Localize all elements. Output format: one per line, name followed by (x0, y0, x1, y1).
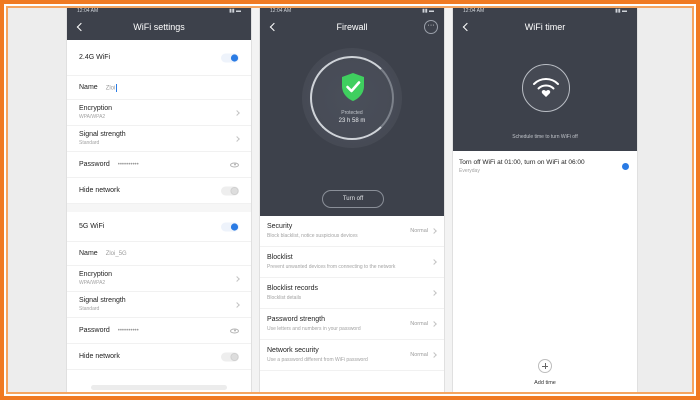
wifi-24-encryption-row[interactable]: Encryption WPA/WPA2 (67, 100, 251, 126)
chevron-right-icon (234, 135, 240, 142)
wifi-circle (522, 64, 570, 112)
name-label: Name (79, 250, 98, 257)
item-title: Security (267, 223, 293, 230)
chevron-right-icon (234, 301, 240, 308)
name-label: Name (79, 84, 98, 91)
wifi-5-encryption-row[interactable]: Encryption WPA/WPA2 (67, 266, 251, 292)
list-item-security[interactable]: Security Block blacklist, notice suspici… (260, 216, 444, 247)
schedule-enabled-indicator[interactable] (622, 163, 629, 170)
wifi-24-password-row[interactable]: Password •••••••••• (67, 152, 251, 178)
hide-network-label: Hide network (79, 353, 120, 360)
item-description: Prevent unwanted devices from connecting… (267, 264, 396, 270)
item-title: Network security (267, 347, 319, 354)
wifi-5-password-row[interactable]: Password •••••••••• (67, 318, 251, 344)
signal-label: Signal strength (79, 297, 126, 304)
password-label: Password (79, 327, 110, 334)
more-icon[interactable]: ··· (424, 20, 438, 34)
item-status: Normal (410, 321, 428, 327)
wifi-5-hide-row[interactable]: Hide network (67, 344, 251, 370)
schedule-repeat: Everyday (459, 168, 480, 174)
turn-off-button[interactable]: Turn off (322, 190, 384, 208)
timer-hint: Schedule time to turn WiFi off (512, 134, 578, 140)
item-description: Use letters and numbers in your password (267, 326, 361, 332)
firewall-settings-list: Security Block blacklist, notice suspici… (260, 216, 444, 371)
page-title: WiFi settings (133, 22, 185, 32)
encryption-value: WPA/WPA2 (79, 280, 106, 286)
wifi-24-toggle[interactable] (221, 53, 239, 62)
list-item-password-strength[interactable]: Password strength Use letters and number… (260, 309, 444, 340)
list-item-blocklist-records[interactable]: Blocklist records Blocklist details (260, 278, 444, 309)
nav-bar: Firewall ··· (260, 14, 444, 40)
wifi-5-toggle[interactable] (221, 222, 239, 231)
chevron-right-icon (431, 321, 437, 327)
wifi-5-toggle-row[interactable]: 5G WiFi (67, 212, 251, 242)
add-time-area: Add time (453, 359, 637, 386)
item-status: Normal (410, 228, 428, 234)
chevron-right-icon (234, 275, 240, 282)
item-title: Blocklist records (267, 285, 318, 292)
back-icon[interactable] (461, 21, 473, 33)
signal-label: Signal strength (79, 131, 126, 138)
right-ghost-panel (632, 0, 692, 400)
item-title: Blocklist (267, 254, 293, 261)
eye-icon[interactable] (230, 162, 239, 167)
wifi-5-password-input[interactable]: •••••••••• (118, 328, 139, 334)
section-gap (67, 204, 251, 212)
wifi-24-password-input[interactable]: •••••••••• (118, 162, 139, 168)
wifi-heart-icon (533, 78, 559, 97)
wifi-24-name-row[interactable]: Name Zloi (67, 76, 251, 100)
list-item-network-security[interactable]: Network security Use a password differen… (260, 340, 444, 371)
password-label: Password (79, 161, 110, 168)
list-item-blocklist[interactable]: Blocklist Prevent unwanted devices from … (260, 247, 444, 278)
add-icon[interactable] (538, 359, 552, 373)
item-description: Block blacklist, notice suspicious devic… (267, 233, 358, 239)
encryption-value: WPA/WPA2 (79, 114, 106, 120)
item-description: Use a password different from WiFi passw… (267, 357, 368, 363)
eye-icon[interactable] (230, 328, 239, 333)
add-time-label: Add time (534, 380, 556, 386)
wifi-timer-screen: 12:04 AM ▮▮ ▬ WiFi timer Schedule time t… (452, 8, 638, 394)
encryption-label: Encryption (79, 271, 113, 278)
chevron-right-icon (431, 290, 437, 296)
nav-bar: WiFi settings (67, 14, 251, 40)
signal-value: Standard (79, 306, 100, 312)
signal-value: Standard (79, 140, 100, 146)
back-icon[interactable] (75, 21, 87, 33)
schedule-row[interactable]: Torn off WiFi at 01:00, turn on WiFi at … (453, 151, 637, 177)
wifi-24-toggle-row[interactable]: 2.4G WiFi (67, 40, 251, 76)
wifi-5-hide-toggle[interactable] (221, 352, 239, 361)
wifi-5-header: 5G WiFi (79, 223, 105, 230)
back-icon[interactable] (268, 21, 280, 33)
schedule-title: Torn off WiFi at 01:00, turn on WiFi at … (459, 159, 585, 166)
wifi-5-name-row[interactable]: Name Zloi_5G (67, 242, 251, 266)
chevron-right-icon (431, 259, 437, 265)
firewall-screen: 12:04 AM ▮▮ ▬ Firewall ··· Protected 23 … (259, 8, 445, 394)
wifi-24-hide-row[interactable]: Hide network (67, 178, 251, 204)
wifi-5-name-input[interactable]: Zloi_5G (106, 251, 127, 257)
wifi-24-hide-toggle[interactable] (221, 186, 239, 195)
item-title: Password strength (267, 316, 325, 323)
wifi-5-signal-row[interactable]: Signal strength Standard (67, 292, 251, 318)
nav-bar: WiFi timer (453, 14, 637, 40)
hide-network-label: Hide network (79, 187, 120, 194)
bottom-button-edge (91, 385, 227, 390)
timer-hero: Schedule time to turn WiFi off (453, 40, 637, 151)
item-description: Blocklist details (267, 295, 302, 301)
shield-check-icon (342, 73, 364, 101)
protection-status: Protected (341, 110, 363, 116)
chevron-right-icon (234, 109, 240, 116)
left-ghost-panel (8, 0, 68, 400)
wifi-24-name-input[interactable]: Zloi (106, 83, 118, 92)
encryption-label: Encryption (79, 105, 113, 112)
firewall-hero: Protected 23 h 58 m Turn off (260, 40, 444, 216)
wifi-settings-screen: 12:04 AM ▮▮ ▬ WiFi settings 2.4G WiFi Na… (66, 8, 252, 394)
chevron-right-icon (431, 228, 437, 234)
page-title: WiFi timer (524, 22, 566, 32)
page-title: Firewall (336, 22, 368, 32)
wifi-24-signal-row[interactable]: Signal strength Standard (67, 126, 251, 152)
chevron-right-icon (431, 352, 437, 358)
wifi-24-header: 2.4G WiFi (79, 54, 111, 61)
protection-time: 23 h 58 m (338, 118, 366, 124)
item-status: Normal (410, 352, 428, 358)
